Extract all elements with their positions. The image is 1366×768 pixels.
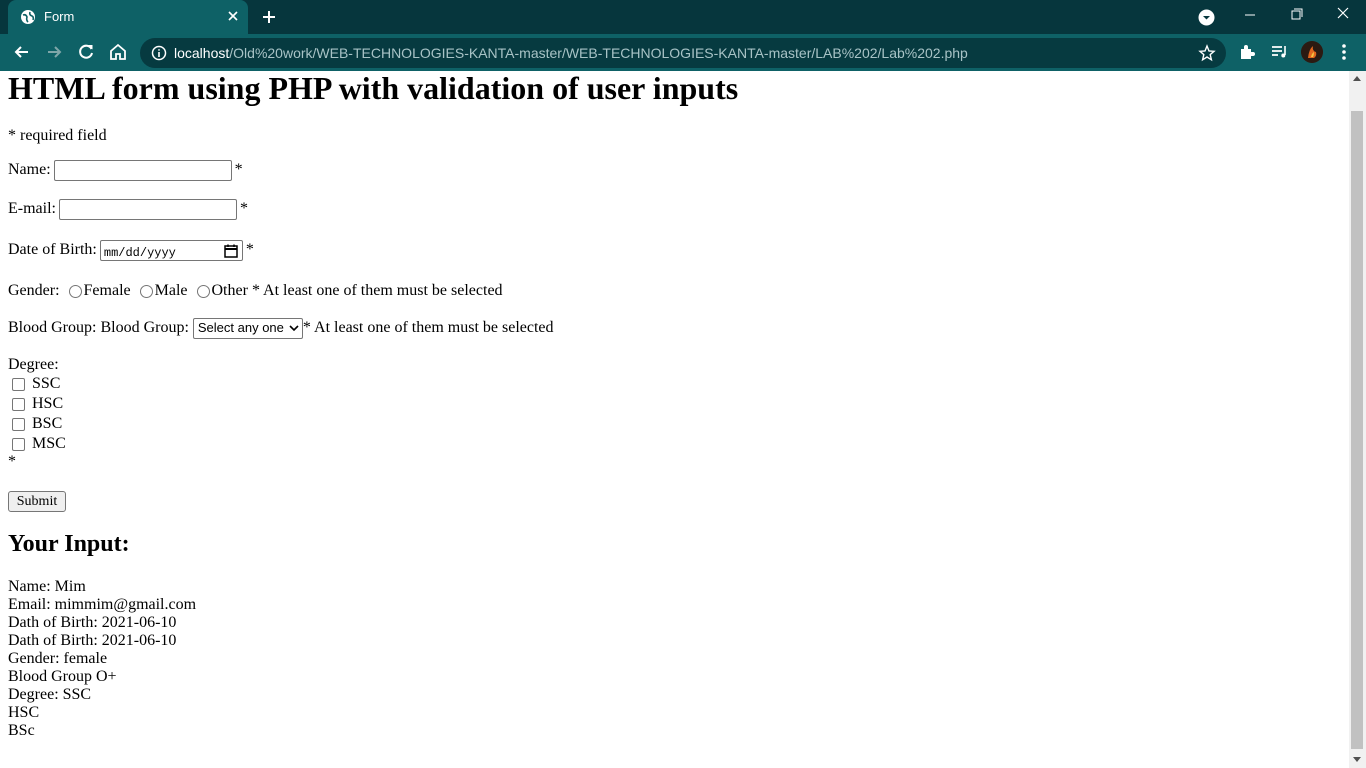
window-close-icon[interactable] bbox=[1320, 0, 1366, 34]
chevron-down-icon bbox=[289, 325, 299, 332]
page-title: HTML form using PHP with validation of u… bbox=[8, 71, 739, 106]
tab-search-icon[interactable] bbox=[1198, 9, 1215, 26]
calendar-icon[interactable] bbox=[224, 244, 238, 258]
degree-msc-checkbox[interactable] bbox=[12, 437, 25, 451]
extensions-puzzle-icon[interactable] bbox=[1238, 43, 1256, 61]
output-line: Gender: female bbox=[8, 650, 108, 667]
gender-label: Gender: bbox=[8, 282, 60, 299]
restore-icon[interactable] bbox=[1273, 0, 1319, 34]
name-label: Name: bbox=[8, 161, 51, 179]
scrollbar-thumb[interactable] bbox=[1351, 111, 1363, 749]
submit-button[interactable]: Submit bbox=[8, 491, 66, 512]
output-line: BSc bbox=[8, 722, 35, 739]
email-row: E-mail: * bbox=[8, 199, 248, 220]
url-host: localhost bbox=[174, 45, 230, 61]
output-line: Dath of Birth: 2021-06-10 bbox=[8, 614, 177, 631]
gender-row: Gender: Female Male Other * At least one… bbox=[8, 282, 503, 300]
email-label: E-mail: bbox=[8, 200, 56, 218]
gender-other-label: Other bbox=[211, 282, 248, 299]
media-queue-icon[interactable] bbox=[1270, 43, 1288, 61]
gender-female-label: Female bbox=[83, 282, 131, 299]
url-path: /Old%20work/WEB-TECHNOLOGIES-KANTA-maste… bbox=[229, 45, 968, 61]
gender-female-radio[interactable] bbox=[68, 284, 82, 298]
blood-note: * At least one of them must be selected bbox=[302, 319, 554, 337]
scroll-up-arrow-icon[interactable] bbox=[1353, 76, 1361, 81]
blood-select-value: Select any one bbox=[197, 320, 284, 335]
degree-hsc-label: HSC bbox=[32, 395, 64, 412]
gender-other-radio[interactable] bbox=[196, 284, 210, 298]
name-row: Name: * bbox=[8, 160, 243, 181]
browser-titlebar: Form bbox=[0, 0, 1366, 34]
degree-bsc-row: BSC bbox=[8, 415, 62, 433]
gender-note: * At least one of them must be selected bbox=[251, 282, 503, 299]
more-menu-icon[interactable] bbox=[1336, 43, 1352, 61]
vertical-scrollbar[interactable] bbox=[1349, 71, 1366, 768]
info-icon[interactable] bbox=[151, 45, 167, 61]
output-line: Email: mimmim@gmail.com bbox=[8, 596, 197, 613]
output-line: Degree: SSC bbox=[8, 686, 92, 703]
output-line: HSC bbox=[8, 704, 40, 721]
bookmark-star-icon[interactable] bbox=[1198, 44, 1216, 62]
browser-tab[interactable]: Form bbox=[8, 0, 248, 34]
home-icon[interactable] bbox=[108, 42, 128, 62]
degree-hsc-checkbox[interactable] bbox=[12, 397, 25, 411]
degree-msc-row: MSC bbox=[8, 435, 66, 453]
dob-placeholder: mm/dd/yyyy bbox=[103, 246, 176, 260]
browser-toolbar: localhost/Old%20work/WEB-TECHNOLOGIES-KA… bbox=[0, 34, 1366, 71]
reload-icon[interactable] bbox=[76, 42, 96, 62]
output-heading: Your Input: bbox=[8, 531, 130, 557]
gender-male-label: Male bbox=[154, 282, 188, 299]
degree-msc-label: MSC bbox=[32, 435, 66, 452]
required-note: * required field bbox=[8, 127, 107, 144]
profile-avatar[interactable] bbox=[1301, 41, 1323, 63]
degree-label: Degree: bbox=[8, 356, 59, 373]
degree-bsc-label: BSC bbox=[32, 415, 63, 432]
blood-label: Blood Group: Blood Group: bbox=[8, 319, 189, 337]
output-line: Blood Group O+ bbox=[8, 668, 117, 685]
new-tab-icon[interactable] bbox=[260, 8, 278, 26]
minimize-icon[interactable] bbox=[1227, 0, 1273, 34]
globe-icon bbox=[21, 10, 35, 24]
close-tab-icon[interactable] bbox=[225, 8, 241, 24]
back-arrow-icon[interactable] bbox=[12, 42, 32, 62]
degree-ssc-row: SSC bbox=[8, 375, 60, 393]
scroll-down-arrow-icon[interactable] bbox=[1353, 757, 1361, 762]
degree-required-mark: * bbox=[8, 453, 16, 470]
dob-input[interactable]: mm/dd/yyyy bbox=[99, 240, 243, 261]
name-input[interactable] bbox=[53, 160, 232, 181]
url-text: localhost/Old%20work/WEB-TECHNOLOGIES-KA… bbox=[174, 45, 968, 61]
degree-bsc-checkbox[interactable] bbox=[12, 417, 25, 431]
dob-row: Date of Birth: mm/dd/yyyy * bbox=[8, 240, 254, 261]
degree-ssc-checkbox[interactable] bbox=[12, 377, 25, 391]
degree-hsc-row: HSC bbox=[8, 395, 63, 413]
dob-label: Date of Birth: bbox=[8, 241, 97, 259]
output-line: Dath of Birth: 2021-06-10 bbox=[8, 632, 177, 649]
page-content: HTML form using PHP with validation of u… bbox=[0, 71, 1349, 768]
blood-group-select[interactable]: Select any one bbox=[192, 318, 303, 339]
address-bar[interactable]: localhost/Old%20work/WEB-TECHNOLOGIES-KA… bbox=[140, 38, 1226, 68]
gender-male-radio[interactable] bbox=[139, 284, 153, 298]
name-required-mark: * bbox=[234, 161, 243, 179]
blood-row: Blood Group: Blood Group: Select any one… bbox=[8, 318, 554, 339]
email-input[interactable] bbox=[58, 199, 237, 220]
degree-ssc-label: SSC bbox=[32, 375, 61, 392]
output-line: Name: Mim bbox=[8, 578, 86, 595]
forward-arrow-icon[interactable] bbox=[44, 42, 64, 62]
email-required-mark: * bbox=[239, 200, 248, 218]
tab-title: Form bbox=[44, 9, 75, 24]
avatar-image-icon bbox=[1301, 41, 1323, 63]
dob-required-mark: * bbox=[245, 241, 254, 259]
